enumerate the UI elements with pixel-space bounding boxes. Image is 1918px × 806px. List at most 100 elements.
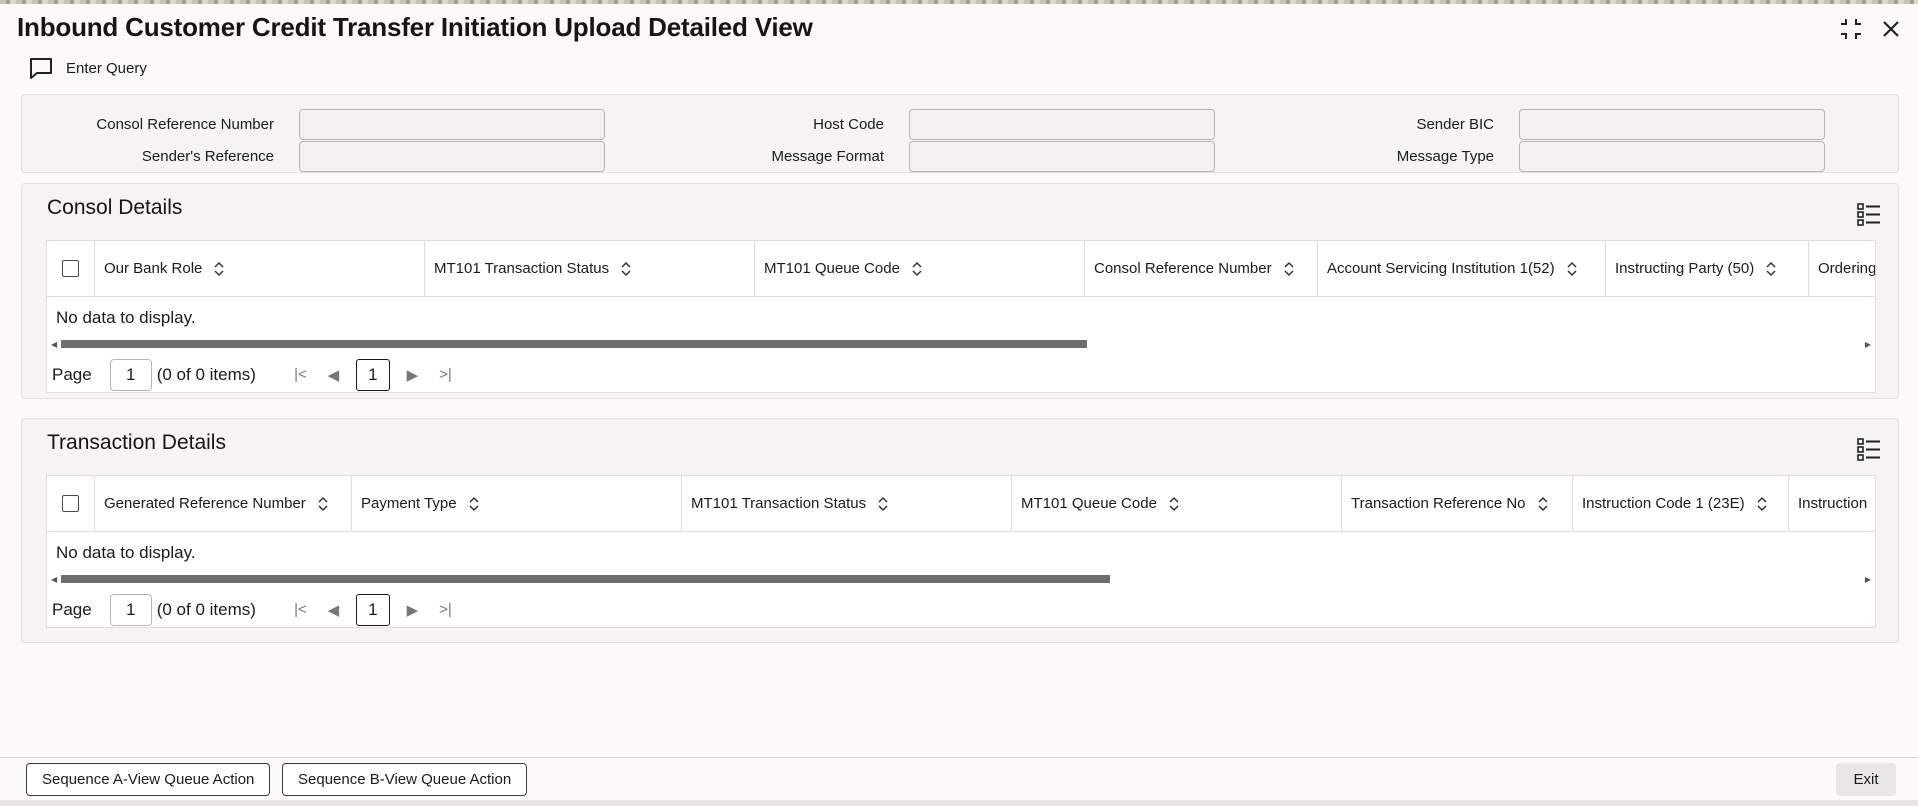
col-consol-reference-number[interactable]: Consol Reference Number (1085, 241, 1318, 296)
first-page-icon[interactable]: |< (284, 601, 317, 618)
next-page-icon[interactable]: ▶ (396, 601, 429, 619)
window-controls (1838, 16, 1904, 42)
close-icon[interactable] (1878, 16, 1904, 42)
sort-icon (621, 261, 631, 276)
items-count: (0 of 0 items) (156, 364, 256, 384)
exit-button[interactable]: Exit (1836, 763, 1896, 796)
sort-icon (214, 261, 224, 276)
column-list-icon[interactable] (1856, 201, 1882, 227)
sequence-b-view-queue-action-button[interactable]: Sequence B-View Queue Action (282, 763, 528, 796)
sort-icon (1169, 496, 1179, 511)
col-label: MT101 Queue Code (764, 260, 900, 277)
consol-details-section: Consol Details Our Bank Role MT101 Trans… (21, 183, 1899, 399)
col-instructing-party[interactable]: Instructing Party (50) (1606, 241, 1809, 296)
col-transaction-reference-no[interactable]: Transaction Reference No (1342, 476, 1573, 531)
col-label: Account Servicing Institution 1(52) (1327, 260, 1555, 277)
sender-bic-label: Sender BIC (1416, 116, 1494, 133)
horizontal-scrollbar[interactable]: ◀ ▶ (47, 337, 1875, 351)
no-data-message: No data to display. (56, 308, 196, 327)
col-generated-reference-number[interactable]: Generated Reference Number (95, 476, 352, 531)
col-account-servicing-institution[interactable]: Account Servicing Institution 1(52) (1318, 241, 1606, 296)
select-all-cell (47, 476, 95, 531)
col-our-bank-role[interactable]: Our Bank Role (95, 241, 425, 296)
sort-icon (1757, 496, 1767, 511)
col-instruction[interactable]: Instruction (1789, 476, 1875, 531)
consol-reference-label: Consol Reference Number (96, 116, 274, 133)
scrollbar-thumb[interactable] (61, 575, 1110, 583)
sort-icon (469, 496, 479, 511)
consol-grid-header: Our Bank Role MT101 Transaction Status M… (47, 241, 1875, 297)
scroll-right-icon[interactable]: ▶ (1865, 575, 1871, 584)
consol-reference-input[interactable] (299, 109, 605, 140)
page-nav: |< ◀ 1 ▶ >| (284, 358, 462, 391)
col-payment-type[interactable]: Payment Type (352, 476, 682, 531)
footer-bar: Sequence A-View Queue Action Sequence B-… (0, 757, 1918, 806)
sort-icon (1567, 261, 1577, 276)
col-mt101-transaction-status[interactable]: MT101 Transaction Status (425, 241, 755, 296)
last-page-icon[interactable]: >| (429, 601, 462, 618)
chat-icon (30, 58, 52, 79)
last-page-icon[interactable]: >| (429, 366, 462, 383)
col-ordering[interactable]: Ordering (1809, 241, 1876, 296)
scrollbar-thumb[interactable] (61, 340, 1087, 348)
col-label: Instruction Code 1 (23E) (1582, 495, 1745, 512)
consol-details-grid: Our Bank Role MT101 Transaction Status M… (46, 240, 1876, 393)
message-format-field: Message Format (622, 141, 1215, 172)
col-label: MT101 Queue Code (1021, 495, 1157, 512)
previous-page-icon[interactable]: ◀ (317, 366, 350, 384)
page-label: Page (52, 599, 92, 619)
col-label: Instructing Party (50) (1615, 260, 1755, 277)
select-all-checkbox[interactable] (62, 495, 79, 512)
sort-icon (878, 496, 888, 511)
col-label: Instruction (1798, 495, 1868, 512)
sort-icon (1766, 261, 1776, 276)
message-format-input[interactable] (909, 141, 1215, 172)
consol-reference-field: Consol Reference Number (22, 109, 605, 140)
scroll-left-icon[interactable]: ◀ (51, 575, 57, 584)
senders-reference-input[interactable] (299, 141, 605, 172)
col-label: Our Bank Role (104, 260, 203, 277)
page-number-input[interactable]: 1 (109, 358, 152, 391)
minimize-window-icon[interactable] (1838, 16, 1864, 42)
host-code-field: Host Code (622, 109, 1215, 140)
column-list-icon[interactable] (1856, 436, 1882, 462)
host-code-label: Host Code (813, 116, 884, 133)
col-label: MT101 Transaction Status (691, 495, 867, 512)
consol-details-title: Consol Details (47, 196, 183, 219)
scroll-right-icon[interactable]: ▶ (1865, 340, 1871, 349)
sort-icon (1538, 496, 1548, 511)
col-label: Ordering (1818, 260, 1876, 277)
scroll-left-icon[interactable]: ◀ (51, 340, 57, 349)
enter-query-label: Enter Query (66, 59, 147, 77)
col-mt101-transaction-status[interactable]: MT101 Transaction Status (682, 476, 1012, 531)
pagination: Page 1 (0 of 0 items) |< ◀ 1 ▶ >| (47, 586, 1875, 627)
sender-bic-field: Sender BIC (1222, 109, 1825, 140)
pagination: Page 1 (0 of 0 items) |< ◀ 1 ▶ >| (47, 351, 1875, 392)
current-page[interactable]: 1 (355, 593, 390, 626)
sender-bic-input[interactable] (1519, 109, 1825, 140)
page-number-input[interactable]: 1 (109, 593, 152, 626)
select-all-checkbox[interactable] (62, 260, 79, 277)
select-all-cell (47, 241, 95, 296)
message-type-input[interactable] (1519, 141, 1825, 172)
col-label: Transaction Reference No (1351, 495, 1526, 512)
items-count: (0 of 0 items) (156, 599, 256, 619)
message-format-label: Message Format (771, 148, 884, 165)
transaction-details-section: Transaction Details Generated Reference … (21, 418, 1899, 643)
col-mt101-queue-code[interactable]: MT101 Queue Code (755, 241, 1085, 296)
transaction-grid-header: Generated Reference Number Payment Type … (47, 476, 1875, 532)
next-page-icon[interactable]: ▶ (396, 366, 429, 384)
enter-query-button[interactable]: Enter Query (28, 56, 147, 80)
current-page[interactable]: 1 (355, 358, 390, 391)
sort-icon (1284, 261, 1294, 276)
sequence-a-view-queue-action-button[interactable]: Sequence A-View Queue Action (26, 763, 271, 796)
previous-page-icon[interactable]: ◀ (317, 601, 350, 619)
first-page-icon[interactable]: |< (284, 366, 317, 383)
senders-reference-label: Sender's Reference (141, 148, 274, 165)
col-label: Generated Reference Number (104, 495, 306, 512)
host-code-input[interactable] (909, 109, 1215, 140)
col-label: Consol Reference Number (1094, 260, 1272, 277)
col-mt101-queue-code[interactable]: MT101 Queue Code (1012, 476, 1342, 531)
horizontal-scrollbar[interactable]: ◀ ▶ (47, 572, 1875, 586)
col-instruction-code-1[interactable]: Instruction Code 1 (23E) (1573, 476, 1789, 531)
